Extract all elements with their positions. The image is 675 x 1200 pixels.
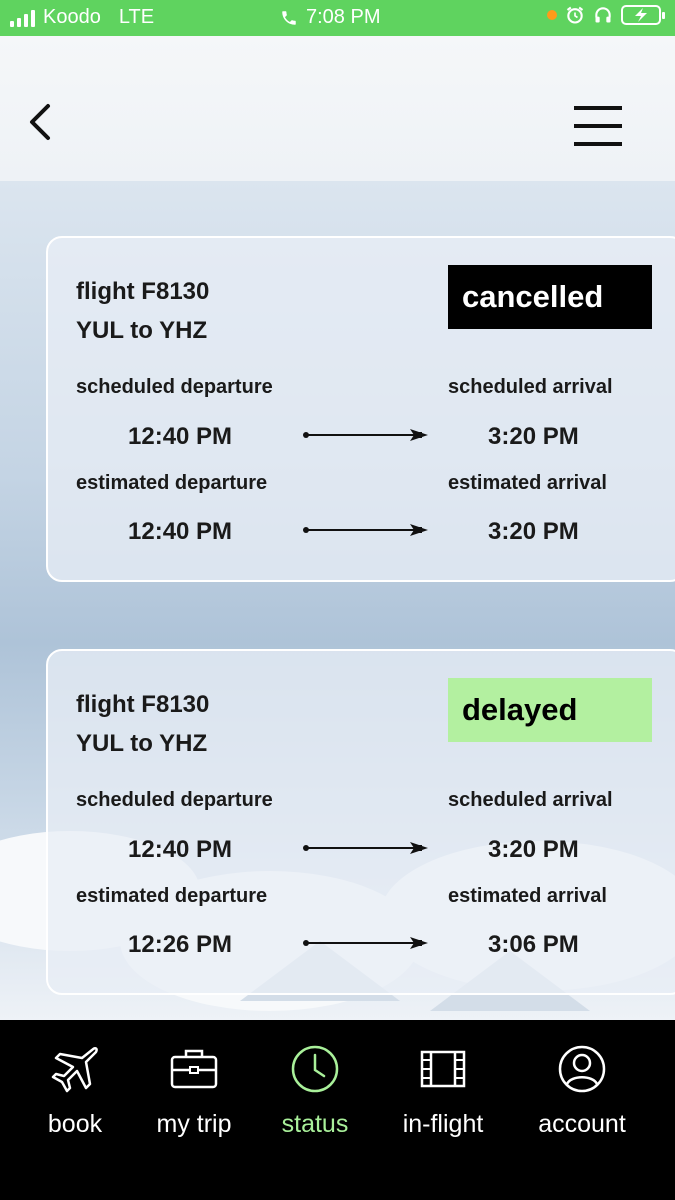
estimated-departure-time: 12:40 PM [128,518,233,545]
scheduled-arrival-time: 3:20 PM [488,836,579,863]
estimated-arrival-time: 3:20 PM [488,518,579,545]
flight-number: flight F8130 [76,278,210,305]
flight-arrow-icon [303,524,428,536]
scheduled-arrival-label: scheduled arrival [448,789,613,811]
flight-arrow-icon [303,937,428,949]
nav-status[interactable]: status [250,1020,380,1200]
chevron-left-icon [30,104,50,140]
estimated-arrival-label: estimated arrival [448,472,607,494]
flight-route: YUL to YHZ [76,317,208,344]
nav-my-trip[interactable]: my trip [129,1020,259,1200]
scheduled-departure-time: 12:40 PM [128,836,233,863]
carrier-name: Koodo [43,6,101,28]
app-header [0,36,675,181]
estimated-departure-label: estimated departure [76,472,268,494]
menu-button[interactable] [572,102,626,150]
user-circle-icon [558,1045,606,1093]
estimated-departure-label: estimated departure [76,885,268,907]
nav-label: book [47,1110,103,1138]
nav-label: status [281,1110,349,1138]
nav-label: in-flight [402,1110,484,1138]
headphones-icon [595,7,611,23]
nav-label: account [538,1110,626,1138]
scheduled-departure-label: scheduled departure [76,789,273,811]
nav-account[interactable]: account [517,1020,647,1200]
nav-book[interactable]: book [10,1020,140,1200]
flight-arrow-icon [303,429,428,441]
back-button[interactable] [22,102,62,142]
status-bar: Koodo LTE 7:08 PM [0,0,675,36]
estimated-arrival-time: 3:06 PM [488,931,579,958]
scheduled-departure-time: 12:40 PM [128,423,233,450]
scheduled-departure-label: scheduled departure [76,376,273,398]
hamburger-menu-icon [574,106,622,146]
alarm-icon [566,6,584,24]
flight-status-card[interactable]: flight F8130 YUL to YHZ delayed schedule… [46,649,675,995]
network-type: LTE [118,6,155,28]
estimated-departure-time: 12:26 PM [128,931,233,958]
film-icon [420,1050,466,1088]
bottom-navigation: book my trip status in-flight account [0,1020,675,1200]
airplane-icon [51,1047,98,1093]
status-center: 7:08 PM [280,6,380,29]
clock-icon [291,1045,339,1093]
recording-dot-icon [547,10,557,20]
flight-arrow-icon [303,842,428,854]
flight-number: flight F8130 [76,691,210,718]
scheduled-arrival-time: 3:20 PM [488,423,579,450]
phone-icon [282,10,296,25]
briefcase-icon [170,1049,218,1089]
flight-status-card[interactable]: flight F8130 YUL to YHZ cancelled schedu… [46,236,675,582]
scheduled-arrival-label: scheduled arrival [448,376,613,398]
status-badge: delayed [448,678,652,742]
status-badge: cancelled [448,265,652,329]
status-right [547,5,665,25]
battery-charging-icon [621,5,665,25]
status-left: Koodo LTE [10,6,154,29]
nav-label: my trip [156,1110,232,1138]
nav-in-flight[interactable]: in-flight [378,1020,508,1200]
estimated-arrival-label: estimated arrival [448,885,607,907]
signal-bars-icon [10,9,35,27]
flight-route: YUL to YHZ [76,730,208,757]
clock-time: 7:08 PM [306,6,381,28]
